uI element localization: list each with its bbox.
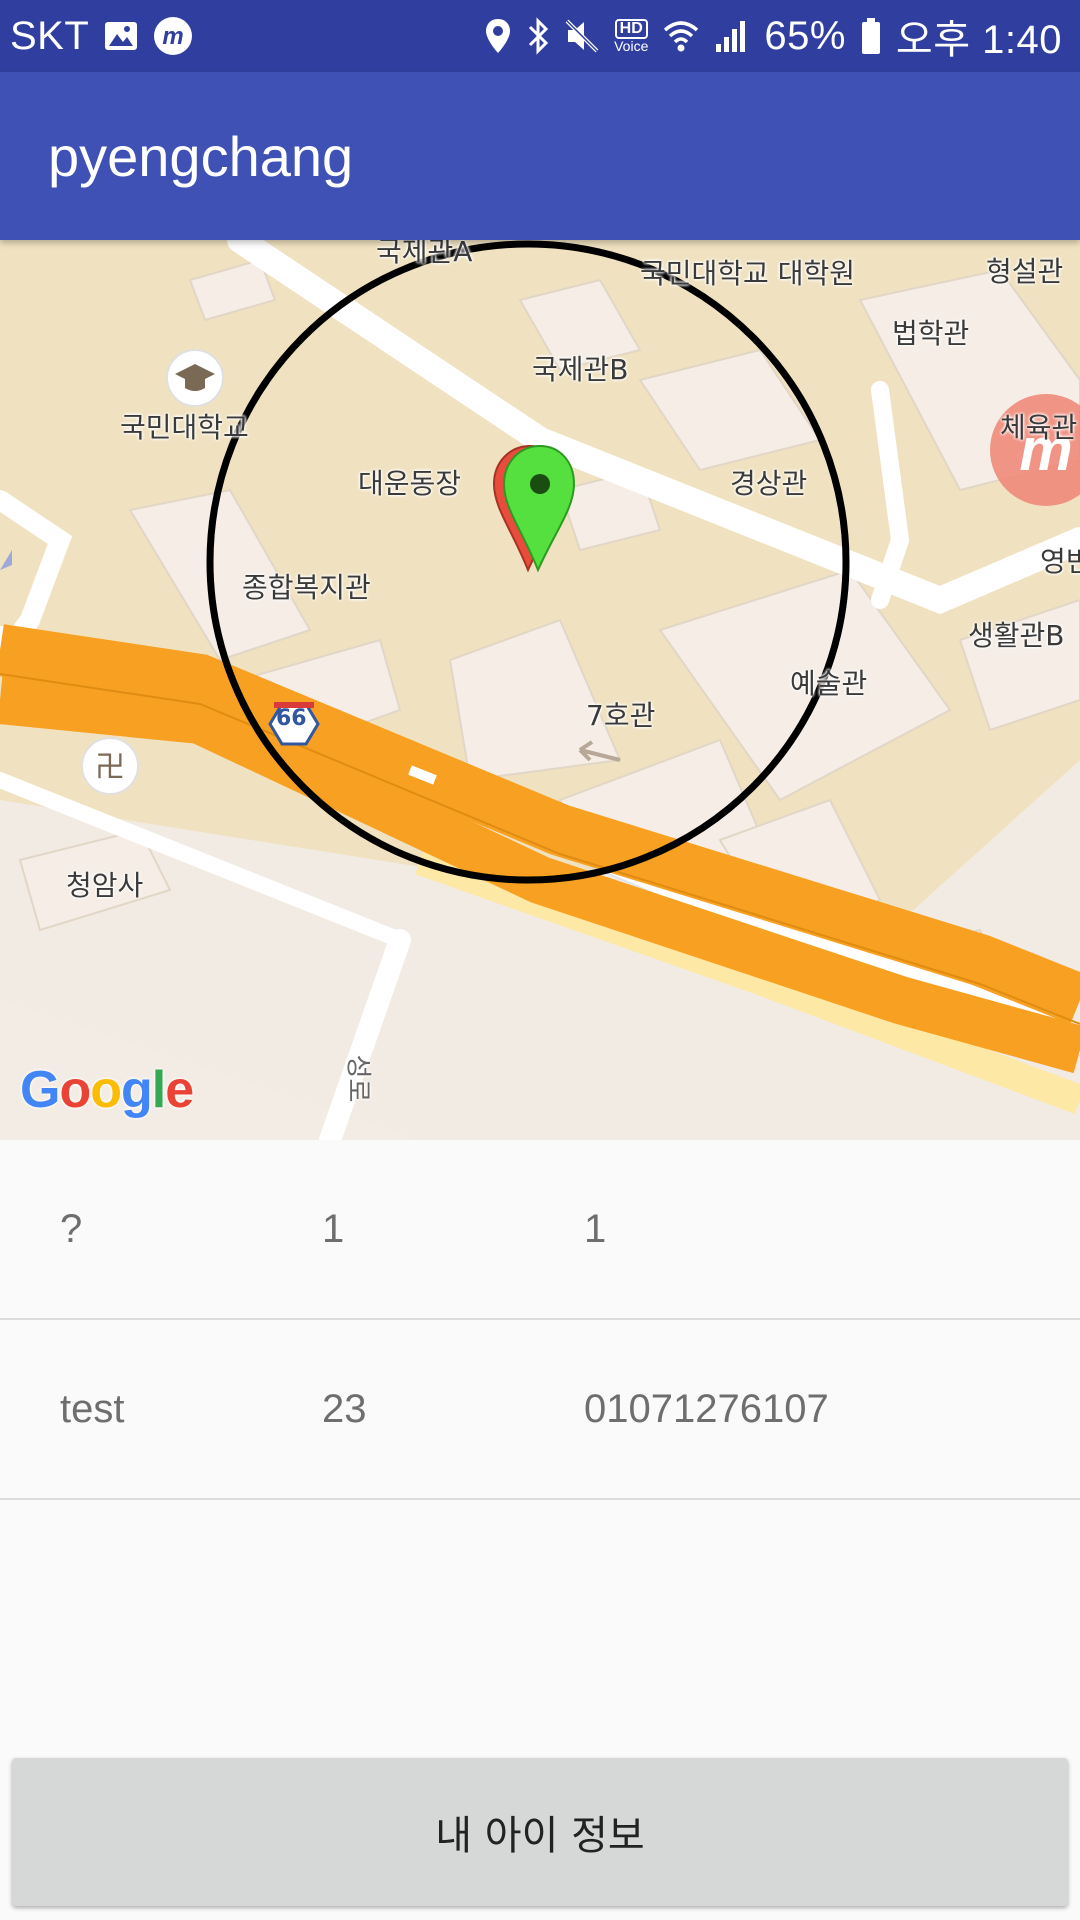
map-label-welfare: 종합복지관 (242, 571, 371, 604)
my-child-info-button[interactable]: 내 아이 정보 (12, 1758, 1068, 1906)
map-label-cheongam: 청암사 (66, 869, 144, 902)
map-label-grad-school: 국민대학교 대학원 (640, 257, 855, 290)
map-label-stadium: 대운동장 (358, 467, 462, 500)
map-label-hall7: 7호관 (586, 699, 656, 732)
location-icon (484, 17, 512, 55)
battery-percent: 65% (764, 13, 846, 58)
mute-icon (564, 18, 600, 54)
map-label-intl-a: 국제관A (376, 240, 473, 268)
temple-icon: 卍 (81, 737, 139, 795)
list-item-age: 23 (322, 1386, 367, 1431)
wifi-icon (662, 18, 700, 54)
list-item-phone: 1 (584, 1206, 607, 1251)
list-item-name: test (60, 1386, 125, 1431)
gallery-icon (103, 20, 139, 52)
child-list: ? 1 1 test 23 01071276107 (0, 1140, 1080, 1500)
university-icon (166, 349, 224, 407)
list-item-name: ? (60, 1206, 83, 1251)
voice-label: Voice (614, 38, 649, 54)
bluetooth-icon (526, 17, 550, 55)
map-label-art: 예술관 (790, 667, 868, 700)
app-title: pyengchang (48, 124, 354, 188)
list-item[interactable]: test 23 01071276107 (0, 1320, 1080, 1500)
m-app-icon: m (153, 16, 193, 56)
hd-voice-icon: HD Voice (614, 19, 648, 53)
status-bar: SKT m HD Voice 65% 오후 1:40 (0, 0, 1080, 72)
list-item-phone: 01071276107 (584, 1386, 829, 1431)
svg-text:m: m (163, 23, 184, 50)
map-label-yeongbin: 영빈 (1040, 545, 1080, 578)
map-label-intl-b: 국제관B (532, 353, 629, 386)
battery-icon (860, 17, 882, 55)
list-item[interactable]: ? 1 1 (0, 1140, 1080, 1320)
map-view[interactable]: 卍 m 국제관A 국민대학교 대학원 형설관 법학관 국제관B 국민대학교 체육… (0, 240, 1080, 1140)
map-label-gyeongsang: 경상관 (730, 467, 808, 500)
clock: 오후 1:40 (895, 18, 1062, 62)
app-bar: pyengchang (0, 72, 1080, 240)
map-label-hyeongseol: 형설관 (986, 255, 1064, 288)
map-label-law: 법학관 (892, 317, 970, 350)
map-label-gym: 체육관 (1000, 411, 1078, 444)
map-label-life-b: 생활관B (968, 619, 1065, 652)
list-item-age: 1 (322, 1206, 345, 1251)
map-label-road-name: 성로 (342, 1054, 373, 1103)
svg-text:卍: 卍 (95, 750, 125, 785)
status-bar-left: SKT m (10, 14, 193, 59)
hd-label: HD (614, 19, 648, 39)
signal-icon (714, 18, 750, 54)
carrier-label: SKT (10, 13, 90, 58)
google-logo: Google (20, 1061, 194, 1119)
highway-number: 66 (276, 706, 307, 731)
map-label-kookmin: 국민대학교 (120, 411, 249, 444)
status-bar-right: HD Voice 65% 오후 1:40 (484, 7, 1062, 65)
